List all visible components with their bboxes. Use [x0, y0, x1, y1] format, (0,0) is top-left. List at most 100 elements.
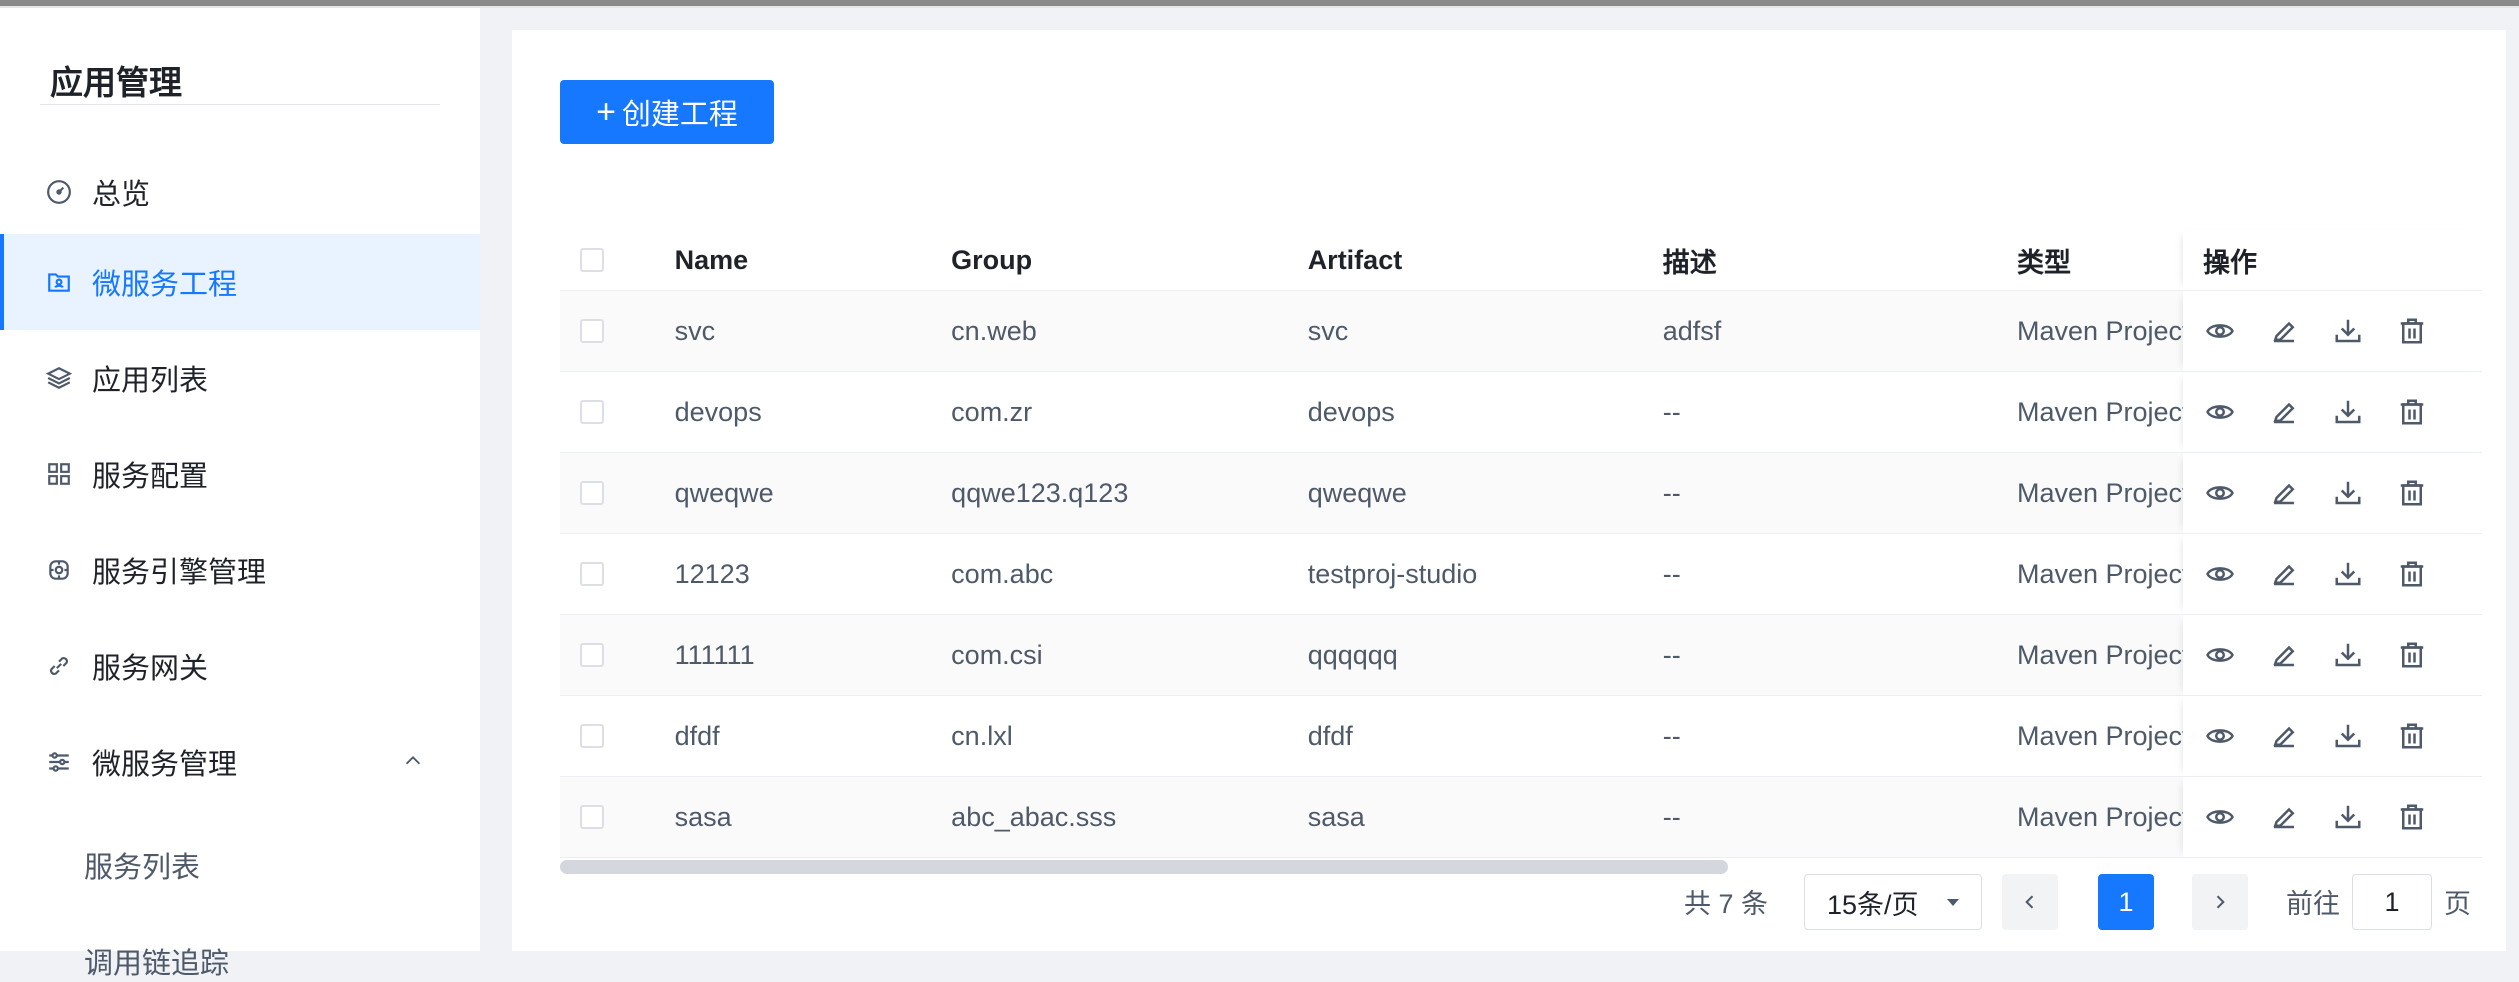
row-checkbox[interactable]	[580, 724, 604, 748]
cell-artifact: qweqwe	[1307, 452, 1663, 534]
row-select[interactable]	[560, 776, 675, 858]
edit-icon[interactable]	[2267, 557, 2301, 591]
grid-icon	[44, 459, 74, 489]
download-icon[interactable]	[2331, 638, 2365, 672]
table-row: 12123 com.abc testproj-studio -- Maven Proje…	[560, 533, 2482, 615]
row-checkbox[interactable]	[580, 562, 604, 586]
header-select-all[interactable]	[560, 230, 675, 291]
goto-page-input[interactable]	[2352, 874, 2432, 930]
download-icon[interactable]	[2331, 719, 2365, 753]
page-size-value: 15条/页	[1827, 889, 1919, 920]
row-select[interactable]	[560, 614, 675, 696]
eye-icon[interactable]	[2203, 638, 2237, 672]
download-icon[interactable]	[2331, 476, 2365, 510]
header-artifact: Artifact	[1307, 230, 1663, 291]
eye-icon[interactable]	[2203, 476, 2237, 510]
delete-icon[interactable]	[2395, 395, 2429, 429]
row-checkbox[interactable]	[580, 481, 604, 505]
eye-icon[interactable]	[2203, 314, 2237, 348]
row-actions	[2203, 476, 2482, 510]
table-body: svc cn.web svc adfsf Maven Project devops com.…	[560, 290, 2482, 858]
table-row: 111111 com.csi qqqqqq -- Maven Project	[560, 614, 2482, 696]
eye-icon[interactable]	[2203, 800, 2237, 834]
delete-icon[interactable]	[2395, 638, 2429, 672]
edit-icon[interactable]	[2267, 314, 2301, 348]
row-select[interactable]	[560, 290, 675, 372]
sidebar-item-service-config[interactable]: 服务配置	[0, 426, 480, 522]
chevron-right-icon	[2216, 895, 2225, 909]
delete-icon[interactable]	[2395, 476, 2429, 510]
sidebar-item-microservice-management[interactable]: 微服务管理	[0, 714, 480, 810]
layers-icon	[44, 363, 74, 393]
sidebar-item-microservice-project[interactable]: 微服务工程	[0, 234, 480, 330]
eye-icon[interactable]	[2203, 395, 2237, 429]
table-header-row: Name Group Artifact 描述 类型 操作	[560, 230, 2482, 291]
row-actions	[2203, 719, 2482, 753]
cell-actions	[2182, 695, 2482, 777]
eye-icon[interactable]	[2203, 719, 2237, 753]
header-actions: 操作	[2182, 230, 2482, 291]
download-icon[interactable]	[2331, 800, 2365, 834]
sidebar-item-gateway[interactable]: 服务网关	[0, 618, 480, 714]
select-all-checkbox[interactable]	[580, 248, 604, 272]
row-actions	[2203, 314, 2482, 348]
cell-description: --	[1662, 776, 2017, 858]
download-icon[interactable]	[2331, 557, 2365, 591]
cell-actions	[2182, 290, 2482, 372]
cell-name: 111111	[674, 614, 952, 696]
project-table: Name Group Artifact 描述 类型 操作 svc cn.web sv…	[560, 230, 2482, 858]
next-page-button[interactable]	[2192, 874, 2248, 930]
delete-icon[interactable]	[2395, 719, 2429, 753]
header-type: 类型	[2016, 230, 2183, 291]
chevron-up-icon[interactable]	[402, 750, 424, 777]
sidebar-item-overview[interactable]: 总览	[0, 144, 480, 240]
row-checkbox[interactable]	[580, 805, 604, 829]
cell-type-text: Maven Project	[2016, 315, 2183, 346]
sidebar-item-label: 微服务管理	[92, 749, 238, 781]
sidebar-subitem-service-list[interactable]: 服务列表	[84, 844, 200, 886]
edit-icon[interactable]	[2267, 800, 2301, 834]
cell-type-text: Maven Project	[2016, 639, 2183, 670]
cell-description: --	[1662, 695, 2017, 777]
page-size-select[interactable]: 15条/页	[1804, 874, 1982, 930]
eye-icon[interactable]	[2203, 557, 2237, 591]
prev-page-button[interactable]	[2002, 874, 2058, 930]
row-select[interactable]	[560, 371, 675, 453]
sidebar: 应用管理 总览 微服务工程 应用列表 服务配置 服务引擎管理 服务网关 微服务管…	[0, 8, 480, 980]
edit-icon[interactable]	[2267, 638, 2301, 672]
cell-group: com.csi	[951, 614, 1308, 696]
sidebar-item-engine-management[interactable]: 服务引擎管理	[0, 522, 480, 618]
cell-artifact: testproj-studio	[1307, 533, 1663, 615]
row-checkbox[interactable]	[580, 319, 604, 343]
delete-icon[interactable]	[2395, 557, 2429, 591]
edit-icon[interactable]	[2267, 476, 2301, 510]
header-description: 描述	[1662, 230, 2017, 291]
sidebar-subitem-trace[interactable]: 调用链追踪	[84, 940, 229, 982]
row-checkbox[interactable]	[580, 643, 604, 667]
row-actions	[2203, 638, 2482, 672]
delete-icon[interactable]	[2395, 314, 2429, 348]
cell-type-text: Maven Project	[2016, 396, 2183, 427]
create-project-button[interactable]: + 创建工程	[560, 80, 774, 144]
cell-description: --	[1662, 371, 2017, 453]
download-icon[interactable]	[2331, 395, 2365, 429]
row-select[interactable]	[560, 533, 675, 615]
row-checkbox[interactable]	[580, 400, 604, 424]
edit-icon[interactable]	[2267, 719, 2301, 753]
page-suffix: 页	[2444, 889, 2471, 919]
row-select[interactable]	[560, 695, 675, 777]
cell-type-text: Maven Project	[2016, 477, 2183, 508]
cell-type-text: Maven Project	[2016, 558, 2183, 589]
cell-name: devops	[674, 371, 952, 453]
sidebar-item-app-list[interactable]: 应用列表	[0, 330, 480, 426]
delete-icon[interactable]	[2395, 800, 2429, 834]
cell-type: Maven Project	[2016, 290, 2183, 372]
edit-icon[interactable]	[2267, 395, 2301, 429]
row-select[interactable]	[560, 452, 675, 534]
download-icon[interactable]	[2331, 314, 2365, 348]
cell-name: 12123	[674, 533, 952, 615]
page-number-current[interactable]: 1	[2098, 874, 2154, 930]
horizontal-scrollbar[interactable]	[560, 860, 1728, 874]
row-actions	[2203, 557, 2482, 591]
cell-type: Maven Project	[2016, 614, 2183, 696]
